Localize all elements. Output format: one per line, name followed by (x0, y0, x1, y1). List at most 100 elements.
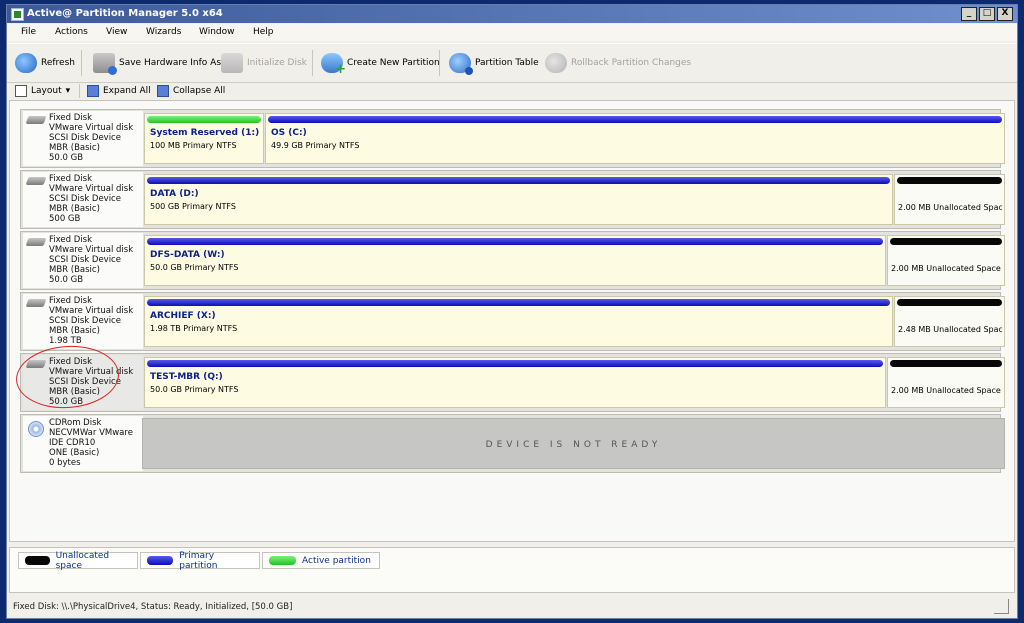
partition-desc: 50.0 GB Primary NTFS (150, 263, 239, 272)
disk-style: ONE (Basic) (49, 448, 100, 458)
partition-table-button[interactable]: Partition Table (449, 52, 539, 75)
partition-table-icon (449, 53, 473, 75)
partition-desc: 1.98 TB Primary NTFS (150, 324, 238, 333)
app-icon (11, 8, 24, 21)
partition-name: DFS-DATA (W:) (150, 250, 225, 260)
menu-wizards[interactable]: Wizards (146, 27, 181, 37)
active-partition-bar (147, 116, 261, 123)
disk-row-selected[interactable]: Fixed Disk VMware Virtual disk SCSI Disk… (20, 353, 1005, 412)
partition-data[interactable]: DATA (D:) 500 GB Primary NTFS (144, 174, 893, 225)
maximize-button[interactable]: □ (979, 7, 995, 21)
disk-style: MBR (Basic) (49, 387, 100, 397)
unallocated-bar (890, 360, 1002, 367)
refresh-label: Refresh (41, 58, 75, 68)
menu-window[interactable]: Window (199, 27, 235, 37)
disk-style: MBR (Basic) (49, 143, 100, 153)
primary-partition-bar (147, 177, 890, 184)
partition-archief[interactable]: ARCHIEF (X:) 1.98 TB Primary NTFS (144, 296, 893, 347)
unallocated-space[interactable]: 2.00 MB Unallocated Space (894, 174, 1005, 225)
hard-disk-icon (25, 116, 47, 124)
cdrom-row[interactable]: CDRom Disk NECVMWar VMware IDE CDR10 ONE… (20, 414, 1005, 473)
partition-test-mbr[interactable]: TEST-MBR (Q:) 50.0 GB Primary NTFS (144, 357, 886, 408)
disk-row[interactable]: Fixed Disk VMware Virtual disk SCSI Disk… (20, 170, 1005, 229)
layout-dropdown[interactable]: Layout ▾ (15, 85, 70, 97)
refresh-icon (15, 53, 37, 73)
layout-label: Layout (31, 86, 62, 96)
refresh-button[interactable]: Refresh (15, 52, 75, 74)
disk-model: VMware Virtual disk (49, 245, 134, 255)
layout-icon (15, 85, 27, 97)
rollback-button[interactable]: Rollback Partition Changes (545, 52, 691, 74)
disk-size: 50.0 GB (49, 275, 84, 285)
partition-desc: 2.00 MB Unallocated Space ( (891, 264, 1002, 273)
disk-row[interactable]: Fixed Disk VMware Virtual disk SCSI Disk… (20, 231, 1005, 290)
disk-type: Fixed Disk (49, 296, 92, 306)
partition-name: DATA (D:) (150, 189, 199, 199)
disk-row[interactable]: Fixed Disk VMware Virtual disk SCSI Disk… (20, 109, 1005, 168)
disk-info[interactable]: Fixed Disk VMware Virtual disk SCSI Disk… (23, 172, 143, 227)
initialize-disk-label: Initialize Disk (247, 58, 307, 68)
menu-actions[interactable]: Actions (55, 27, 88, 37)
expand-all-button[interactable]: Expand All (87, 85, 151, 97)
cdrom-icon (28, 421, 44, 437)
menu-view[interactable]: View (106, 27, 127, 37)
partition-desc: 2.00 MB Unallocated Space ( (891, 386, 1002, 395)
disk-size: 1.98 TB (49, 336, 82, 346)
disk-device: SCSI Disk Device (49, 316, 121, 326)
unallocated-space[interactable]: 2.00 MB Unallocated Space ( (887, 235, 1005, 286)
partition-system-reserved[interactable]: System Reserved (1:) 100 MB Primary NTFS (144, 113, 264, 164)
disk-info[interactable]: Fixed Disk VMware Virtual disk SCSI Disk… (23, 355, 143, 410)
expand-all-icon (87, 85, 99, 97)
disk-style: MBR (Basic) (49, 326, 100, 336)
partition-os[interactable]: OS (C:) 49.9 GB Primary NTFS (265, 113, 1005, 164)
hard-disk-icon (25, 360, 47, 368)
partition-desc: 2.00 MB Unallocated Space (898, 203, 1002, 212)
hardware-info-icon (93, 53, 117, 75)
disk-device: IDE CDR10 (49, 438, 96, 448)
initialize-disk-button[interactable]: Initialize Disk (221, 52, 307, 74)
legend-label: Primary partition (179, 550, 218, 571)
primary-partition-bar (147, 360, 883, 367)
disk-device: SCSI Disk Device (49, 255, 121, 265)
rollback-icon (545, 53, 567, 73)
save-hardware-info-button[interactable]: Save Hardware Info As (93, 52, 222, 75)
unallocated-space[interactable]: 2.00 MB Unallocated Space ( (887, 357, 1005, 408)
rollback-label: Rollback Partition Changes (571, 58, 692, 68)
app-window: Active@ Partition Manager 5.0 x64 _ □ X … (6, 4, 1018, 619)
disk-row[interactable]: Fixed Disk VMware Virtual disk SCSI Disk… (20, 292, 1005, 351)
menu-bar: File Actions View Wizards Window Help (7, 24, 1017, 41)
legend-label: Active partition (302, 555, 371, 566)
active-swatch (269, 556, 296, 565)
disk-info[interactable]: Fixed Disk VMware Virtual disk SCSI Disk… (23, 111, 143, 166)
close-button[interactable]: X (997, 7, 1013, 21)
partition-dfs-data[interactable]: DFS-DATA (W:) 50.0 GB Primary NTFS (144, 235, 886, 286)
window-title: Active@ Partition Manager 5.0 x64 (27, 8, 223, 19)
disk-device: SCSI Disk Device (49, 377, 121, 387)
resize-grip-icon[interactable] (994, 599, 1009, 614)
unallocated-bar (897, 177, 1002, 184)
disk-device: SCSI Disk Device (49, 194, 121, 204)
disk-info[interactable]: Fixed Disk VMware Virtual disk SCSI Disk… (23, 294, 143, 349)
title-bar[interactable]: Active@ Partition Manager 5.0 x64 _ □ X (7, 5, 1017, 23)
save-hardware-label: Save Hardware Info As (119, 58, 222, 68)
disk-type: Fixed Disk (49, 174, 92, 184)
partition-desc: 2.48 MB Unallocated Spac (898, 325, 1002, 334)
partition-name: OS (C:) (271, 128, 307, 138)
disk-model: VMware Virtual disk (49, 306, 134, 316)
disk-info[interactable]: CDRom Disk NECVMWar VMware IDE CDR10 ONE… (23, 416, 143, 471)
create-partition-button[interactable]: Create New Partition (321, 52, 440, 77)
menu-file[interactable]: File (21, 27, 36, 37)
minimize-button[interactable]: _ (961, 7, 977, 21)
partition-name: System Reserved (1:) (150, 128, 260, 138)
disk-info[interactable]: Fixed Disk VMware Virtual disk SCSI Disk… (23, 233, 143, 288)
disk-size: 500 GB (49, 214, 81, 224)
device-status: DEVICE IS NOT READY (485, 440, 662, 450)
unallocated-bar (890, 238, 1002, 245)
collapse-all-icon (157, 85, 169, 97)
menu-help[interactable]: Help (253, 27, 274, 37)
status-text: Fixed Disk: \\.\PhysicalDrive4, Status: … (13, 602, 293, 612)
hard-disk-icon (25, 299, 47, 307)
unallocated-space[interactable]: 2.48 MB Unallocated Spac (894, 296, 1005, 347)
collapse-all-button[interactable]: Collapse All (157, 85, 225, 97)
unallocated-bar (897, 299, 1002, 306)
